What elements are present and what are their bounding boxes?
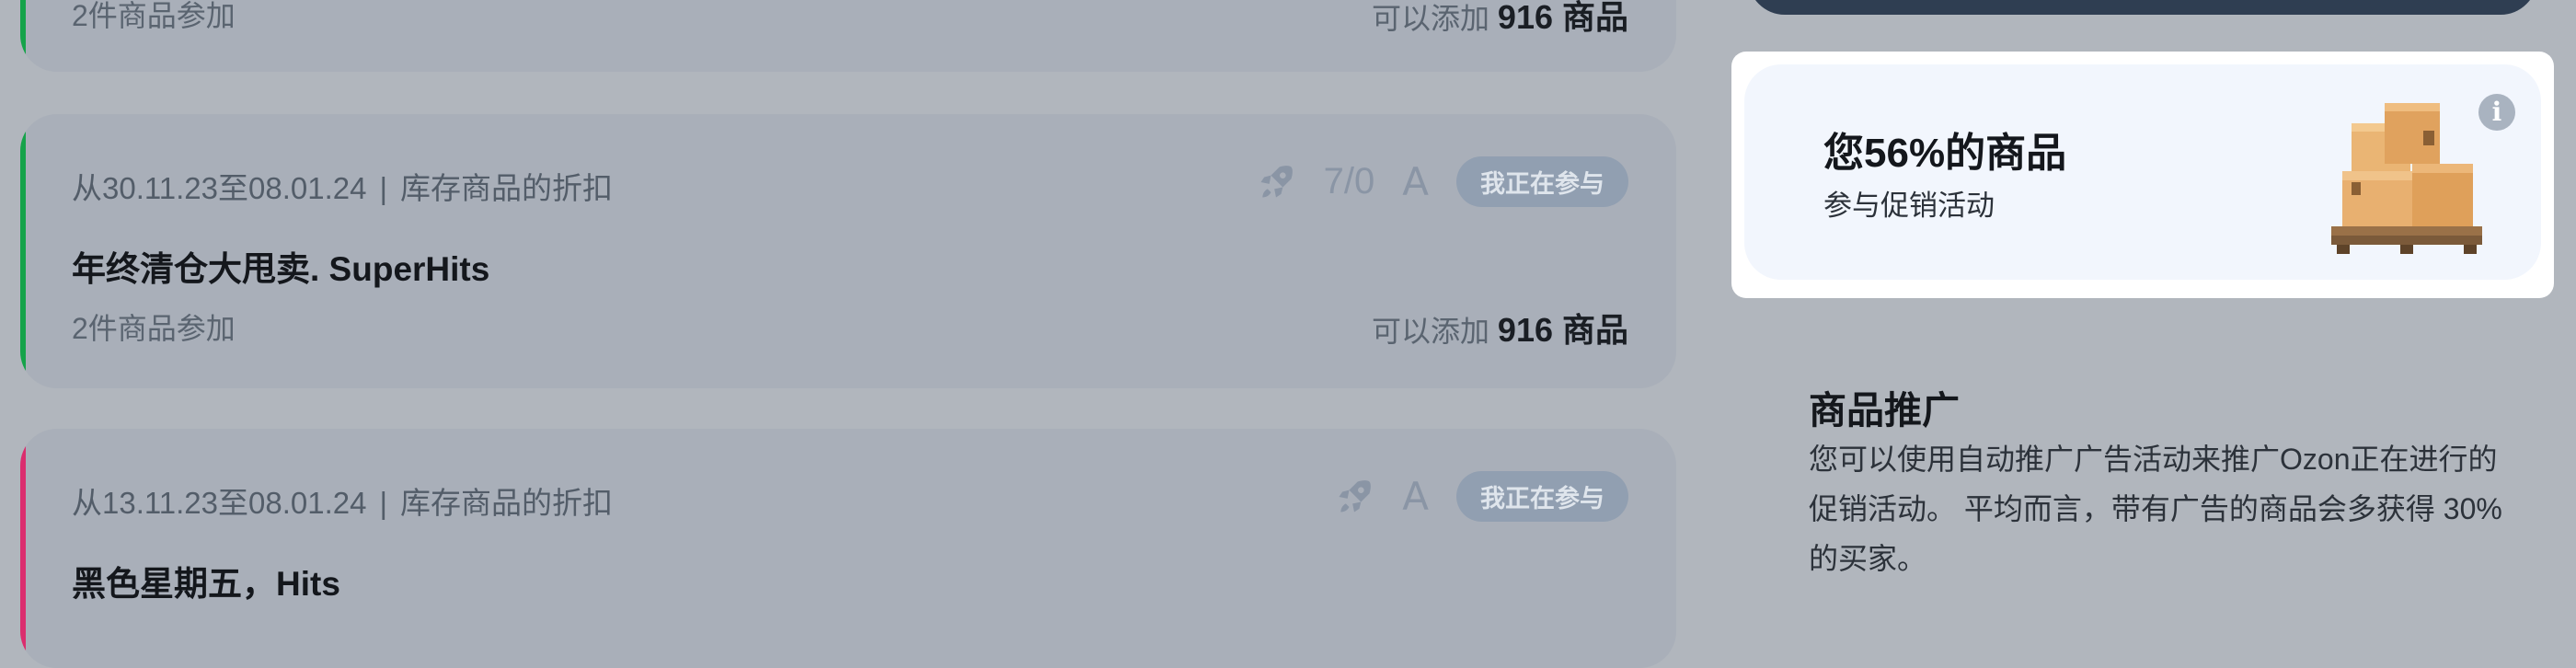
summary-card-inner: 您56%的商品 参与促销活动 i (1744, 64, 2541, 280)
promotion-chips: A 我正在参与 (1334, 471, 1628, 522)
summary-title: 您56%的商品 (1823, 131, 2067, 176)
can-add-prefix: 可以添加 (1372, 2, 1490, 35)
status-stripe (20, 114, 26, 388)
promotion-card[interactable]: 从30.11.23至08.01.24 | 库存商品的折扣 7/0 A 我正在参与 年… (20, 114, 1676, 388)
promotion-chips: 7/0 A 我正在参与 (1256, 156, 1628, 207)
boxes-pallet-icon (2331, 103, 2482, 254)
promotion-card[interactable]: 从13.11.23至08.01.24 | 库存商品的折扣 A 我正在参与 黑色星期五… (20, 429, 1676, 668)
can-add-value: 916 商品 (1497, 311, 1628, 349)
date-range: 从30.11.23至08.01.24 (72, 171, 367, 205)
rocket-icon (1260, 165, 1293, 197)
status-stripe (20, 429, 26, 668)
promotion-card[interactable]: 2件商品参加 可以添加 916 商品 (20, 0, 1676, 72)
summary-card: 您56%的商品 参与促销活动 i (1731, 52, 2554, 298)
participating-badge[interactable]: 我正在参与 (1456, 471, 1628, 522)
ratio-value: 7/0 (1323, 161, 1375, 202)
promotion-title[interactable]: 年终清仓大甩卖. SuperHits (72, 241, 489, 291)
a-label: A (1402, 159, 1429, 204)
a-label: A (1402, 474, 1429, 519)
date-range: 从13.11.23至08.01.24 (72, 486, 367, 520)
promotion-type: 库存商品的折扣 (400, 486, 614, 520)
info-icon[interactable]: i (2478, 94, 2515, 131)
top-dark-panel (1748, 0, 2537, 15)
can-add-value: 916 商品 (1497, 0, 1628, 36)
promotion-type: 库存商品的折扣 (400, 171, 614, 205)
participating-badge[interactable]: 我正在参与 (1456, 156, 1628, 207)
products-count: 2件商品参加 (72, 312, 236, 345)
can-add-prefix: 可以添加 (1372, 315, 1490, 348)
summary-subtitle: 参与促销活动 (1823, 190, 1995, 222)
meta-separator: | (379, 171, 388, 205)
advertising-text: 您可以使用自动推广广告活动来推广Ozon正在进行的促销活动。 平均而言，带有广告… (1809, 443, 2502, 575)
products-count: 2件商品参加 (72, 0, 236, 32)
promotion-meta: 从13.11.23至08.01.24 | 库存商品的折扣 (72, 478, 613, 523)
promotion-meta: 从30.11.23至08.01.24 | 库存商品的折扣 (72, 164, 613, 208)
rocket-icon (1339, 479, 1372, 512)
meta-separator: | (379, 486, 388, 520)
promotion-title[interactable]: 黑色星期五，Hits (72, 556, 340, 605)
can-add-label: 可以添加 916 商品 (1372, 304, 1628, 351)
can-add-label: 可以添加 916 商品 (1372, 0, 1628, 39)
status-stripe (20, 0, 26, 72)
advertising-title: 商品推广 (1809, 389, 1960, 432)
